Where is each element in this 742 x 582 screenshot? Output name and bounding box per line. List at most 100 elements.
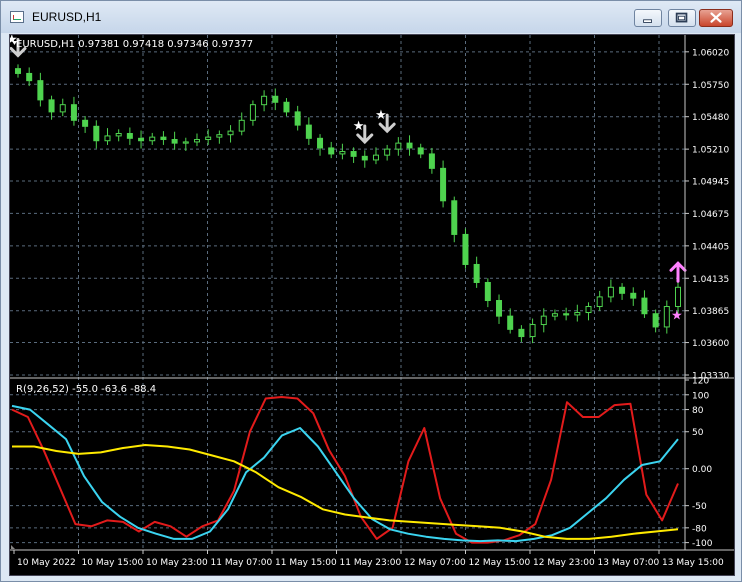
- candle-body: [395, 142, 402, 150]
- candle-body: [372, 154, 379, 161]
- candle-body: [574, 312, 581, 316]
- time-axis-label: 10 May 2022: [17, 558, 76, 568]
- indicator-axis-label: 80: [692, 406, 704, 416]
- candle-body: [205, 136, 212, 141]
- indicator-axis-label: -100: [692, 539, 713, 549]
- candle-body: [227, 130, 234, 136]
- minimize-icon: [643, 19, 652, 23]
- chart-area[interactable]: ★★★★ 1.060201.057501.054801.052101.04945…: [9, 34, 735, 576]
- candle-body: [563, 313, 570, 316]
- candle-body: [305, 124, 312, 139]
- candle-body: [484, 281, 491, 302]
- price-axis-label: 1.04135: [692, 275, 729, 285]
- candle-body: [48, 99, 55, 113]
- restore-icon: [675, 12, 688, 23]
- close-button[interactable]: [699, 9, 733, 27]
- candle-body: [675, 286, 681, 308]
- time-axis-label: 11 May 07:00: [211, 558, 273, 568]
- candle-body: [126, 133, 133, 139]
- chart-grid: [10, 35, 685, 550]
- maximize-button[interactable]: [668, 9, 696, 27]
- candle-body: [473, 263, 480, 283]
- candle-body: [149, 136, 156, 142]
- indicator-axis-label: 50: [692, 428, 704, 438]
- candle-body: [26, 72, 33, 82]
- rsi-lines: [11, 396, 679, 544]
- price-axis-label: 1.06020: [692, 48, 729, 58]
- time-axis-label: 13 May 15:00: [662, 558, 724, 568]
- candle-body: [540, 315, 547, 326]
- candle-body: [171, 139, 178, 144]
- title-bar[interactable]: EURUSD,H1: [1, 1, 741, 33]
- price-axis-label: 1.03865: [692, 307, 729, 317]
- candle-body: [37, 80, 44, 101]
- candle-body: [115, 133, 122, 137]
- main-header: EURUSD,H1 0.97381 0.97418 0.97346 0.9737…: [16, 39, 253, 50]
- candle-body: [216, 134, 223, 138]
- indicator-axis-label: -50: [692, 502, 707, 512]
- candle-body: [70, 104, 77, 121]
- candle-body: [384, 148, 391, 156]
- candle-body: [551, 313, 558, 317]
- candle-body: [182, 141, 189, 144]
- time-axis-label: 13 May 07:00: [598, 558, 660, 568]
- time-axis-label: 10 May 23:00: [146, 558, 208, 568]
- price-axis-label: 1.04945: [692, 177, 729, 187]
- time-axis-label: 12 May 07:00: [404, 558, 466, 568]
- time-axis-label: 11 May 15:00: [275, 558, 337, 568]
- candle-body: [496, 300, 503, 317]
- signals: ★★★★: [10, 35, 687, 323]
- candle-body: [585, 306, 592, 314]
- candle-body: [317, 137, 324, 149]
- candle-body: [440, 167, 447, 202]
- candle-body: [160, 136, 167, 141]
- candle-body: [283, 101, 290, 113]
- corner-marker: [11, 545, 15, 549]
- star-icon: ★: [375, 108, 387, 123]
- price-axis-label: 1.04405: [692, 242, 729, 252]
- axes: 1.06020 1.05750 1.05480 1.05210 1.04945 1.046…: [10, 35, 734, 568]
- price-chart[interactable]: ★★★★ 1.060201.057501.054801.052101.04945…: [10, 35, 734, 575]
- candle-body: [350, 151, 357, 157]
- candle-body: [138, 137, 145, 142]
- indicator-axis-label: 120: [692, 377, 709, 387]
- chart-window: EURUSD,H1 ★★★★ 1.060201.057501.054801.05…: [0, 0, 742, 582]
- indicator-header: R(9,26,52) -55.0 -63.6 -88.4: [16, 384, 156, 395]
- minimize-button[interactable]: [634, 9, 662, 27]
- close-icon: [710, 12, 722, 23]
- candle-body: [462, 233, 469, 265]
- candle-body: [104, 135, 111, 142]
- candle-body: [507, 315, 514, 330]
- candle-body: [596, 296, 603, 308]
- candle-body: [294, 111, 301, 126]
- candle-body: [361, 155, 368, 161]
- indicator-line-52: [12, 444, 679, 540]
- candle-body: [518, 328, 525, 338]
- candle-body: [529, 324, 536, 338]
- price-axis-label: 1.05750: [692, 81, 729, 91]
- window-title: EURUSD,H1: [32, 10, 102, 24]
- candle-body: [193, 139, 200, 143]
- candle-body: [607, 286, 614, 298]
- candle-body: [641, 297, 648, 315]
- candle-body: [93, 125, 100, 142]
- time-axis-label: 12 May 23:00: [533, 558, 595, 568]
- candle-body: [652, 313, 659, 328]
- candle-body: [249, 104, 256, 121]
- candle-body: [451, 200, 458, 235]
- star-icon: ★: [353, 119, 365, 134]
- candle-body: [272, 95, 279, 103]
- time-axis-label: 11 May 23:00: [340, 558, 402, 568]
- price-axis-label: 1.05480: [692, 113, 729, 123]
- candle-body: [238, 119, 245, 132]
- candle-body: [15, 68, 21, 74]
- indicator-axis-label: 0.00: [692, 465, 712, 475]
- time-axis-label: 10 May 15:00: [82, 558, 144, 568]
- candle-body: [339, 151, 346, 155]
- candle-body: [428, 153, 435, 169]
- price-axis-label: 1.04675: [692, 210, 729, 220]
- candle-body: [328, 147, 335, 155]
- time-axis-label: 12 May 15:00: [469, 558, 531, 568]
- indicator-axis-label: 100: [692, 391, 709, 401]
- candle-body: [82, 119, 89, 127]
